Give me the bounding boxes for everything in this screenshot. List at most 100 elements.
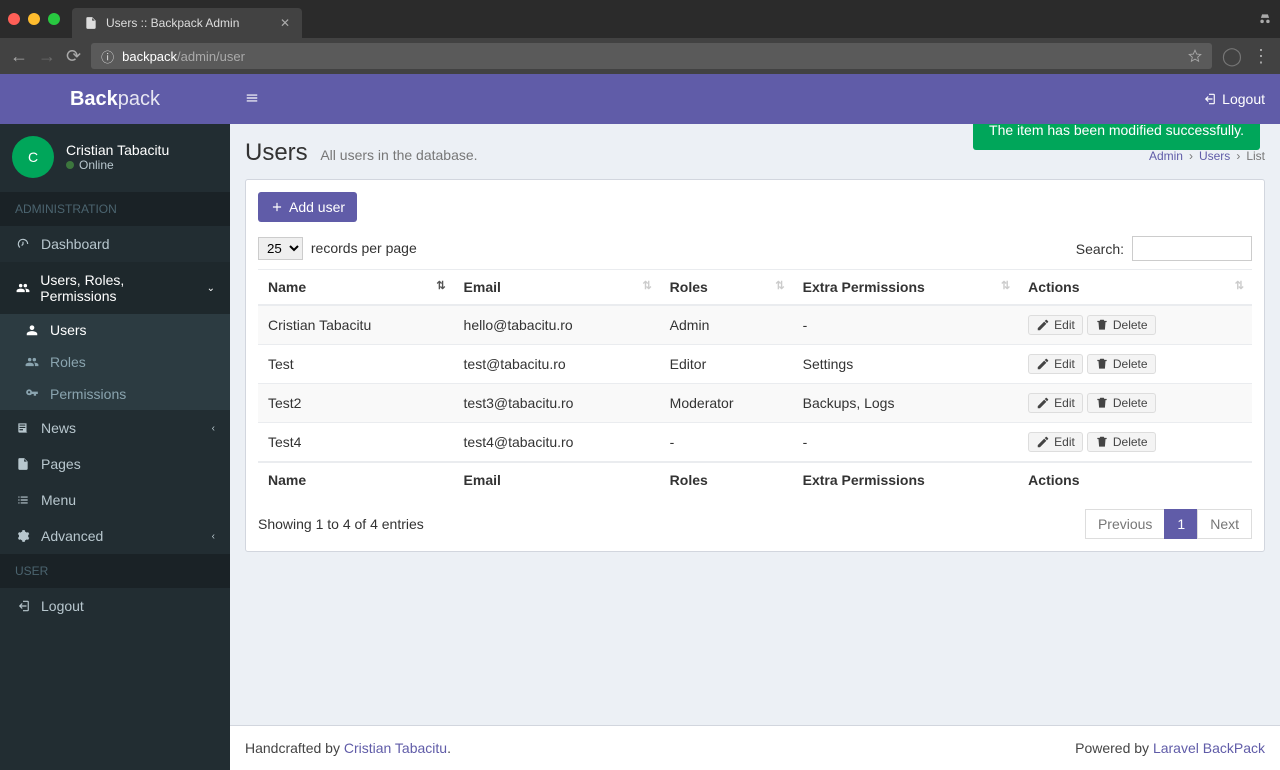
sidebar-item-pages[interactable]: Pages	[0, 446, 230, 482]
sidebar-item-advanced[interactable]: Advanced ‹	[0, 518, 230, 554]
user-panel: C Cristian Tabacitu Online	[0, 124, 230, 192]
cell-name: Cristian Tabacitu	[258, 305, 454, 345]
breadcrumb: Admin › Users › List	[1149, 149, 1265, 163]
breadcrumb-admin[interactable]: Admin	[1149, 149, 1183, 163]
file-icon	[84, 16, 98, 30]
forward-button[interactable]: →	[38, 46, 56, 67]
close-tab-icon[interactable]: ✕	[280, 16, 290, 30]
edit-button[interactable]: Edit	[1028, 432, 1083, 452]
breadcrumb-current: List	[1246, 149, 1265, 163]
maximize-window-button[interactable]	[48, 13, 60, 25]
sidebar-toggle-button[interactable]	[245, 90, 259, 108]
column-footer-name: Name	[258, 462, 454, 497]
footer-author-link[interactable]: Cristian Tabacitu	[344, 740, 447, 756]
sidebar-item-label: News	[41, 420, 76, 436]
user-icon	[24, 323, 40, 337]
avatar: C	[12, 136, 54, 178]
breadcrumb-users[interactable]: Users	[1199, 149, 1230, 163]
sidebar-item-label: Users	[50, 322, 87, 338]
cell-email: test3@tabacitu.ro	[454, 384, 660, 423]
cell-email: hello@tabacitu.ro	[454, 305, 660, 345]
chevron-left-icon: ‹	[212, 423, 215, 434]
pagination-next[interactable]: Next	[1197, 509, 1252, 539]
brand-logo[interactable]: Backpack	[0, 74, 230, 124]
table-row: Test2test3@tabacitu.roModeratorBackups, …	[258, 384, 1252, 423]
delete-button[interactable]: Delete	[1087, 315, 1156, 335]
cell-email: test@tabacitu.ro	[454, 345, 660, 384]
search-input[interactable]	[1132, 236, 1252, 261]
success-notification: The item has been modified successfully.	[973, 124, 1260, 150]
pagination: Previous 1 Next	[1086, 509, 1252, 539]
delete-button[interactable]: Delete	[1087, 393, 1156, 413]
column-header-extra[interactable]: Extra Permissions⇅	[793, 270, 1019, 306]
browser-tab[interactable]: Users :: Backpack Admin ✕	[72, 8, 302, 38]
sidebar-item-news[interactable]: News ‹	[0, 410, 230, 446]
pagination-page-1[interactable]: 1	[1164, 509, 1198, 539]
content-box: Add user 25 records per page Search:	[245, 179, 1265, 552]
list-icon	[15, 493, 31, 507]
url-path: /admin/user	[177, 49, 245, 64]
page-length-select[interactable]: 25	[258, 237, 303, 260]
signout-icon	[1202, 92, 1216, 106]
cell-extra: -	[793, 305, 1019, 345]
users-table: Name⇅ Email⇅ Roles⇅ Extra Permissions⇅ A…	[258, 269, 1252, 497]
url-domain: backpack	[122, 49, 177, 64]
sidebar-subitem-users[interactable]: Users	[0, 314, 230, 346]
profile-icon[interactable]: ◯	[1222, 46, 1242, 67]
cell-name: Test2	[258, 384, 454, 423]
group-icon	[15, 281, 30, 295]
sidebar-item-users-roles-permissions[interactable]: Users, Roles, Permissions ⌄	[0, 262, 230, 314]
sidebar: Backpack C Cristian Tabacitu Online ADMI…	[0, 74, 230, 770]
cell-name: Test	[258, 345, 454, 384]
site-info-icon[interactable]: ⓘ	[101, 47, 114, 66]
table-row: Cristian Tabacituhello@tabacitu.roAdmin-…	[258, 305, 1252, 345]
trash-icon	[1095, 318, 1109, 332]
sidebar-item-dashboard[interactable]: Dashboard	[0, 226, 230, 262]
topnav-logout-link[interactable]: Logout	[1202, 91, 1265, 107]
minimize-window-button[interactable]	[28, 13, 40, 25]
sidebar-item-logout[interactable]: Logout	[0, 588, 230, 624]
top-navbar: Logout	[230, 74, 1280, 124]
cell-extra: Backups, Logs	[793, 384, 1019, 423]
sidebar-item-label: Pages	[41, 456, 81, 472]
edit-button[interactable]: Edit	[1028, 393, 1083, 413]
sort-icon: ⇅	[1235, 279, 1244, 292]
chevron-left-icon: ‹	[212, 531, 215, 542]
cell-roles: Moderator	[660, 384, 793, 423]
column-header-name[interactable]: Name⇅	[258, 270, 454, 306]
pencil-icon	[1036, 318, 1050, 332]
address-bar[interactable]: ⓘ backpack/admin/user	[91, 43, 1212, 69]
edit-button[interactable]: Edit	[1028, 354, 1083, 374]
delete-button[interactable]: Delete	[1087, 432, 1156, 452]
reload-button[interactable]: ⟳	[66, 46, 81, 67]
sidebar-item-label: Dashboard	[41, 236, 110, 252]
sidebar-item-label: Users, Roles, Permissions	[40, 272, 196, 304]
cell-actions: EditDelete	[1018, 345, 1252, 384]
browser-menu-icon[interactable]: ⋮	[1252, 46, 1270, 67]
column-header-roles[interactable]: Roles⇅	[660, 270, 793, 306]
sidebar-subitem-roles[interactable]: Roles	[0, 346, 230, 378]
user-status: Online	[66, 158, 169, 172]
length-control: 25 records per page	[258, 237, 417, 260]
column-header-email[interactable]: Email⇅	[454, 270, 660, 306]
footer-powered-link[interactable]: Laravel BackPack	[1153, 740, 1265, 756]
delete-button[interactable]: Delete	[1087, 354, 1156, 374]
trash-icon	[1095, 396, 1109, 410]
back-button[interactable]: ←	[10, 46, 28, 67]
column-footer-email: Email	[454, 462, 660, 497]
sort-icon: ⇅	[642, 279, 651, 292]
close-window-button[interactable]	[8, 13, 20, 25]
edit-button[interactable]: Edit	[1028, 315, 1083, 335]
column-footer-extra: Extra Permissions	[793, 462, 1019, 497]
sidebar-subitem-permissions[interactable]: Permissions	[0, 378, 230, 410]
pencil-icon	[1036, 357, 1050, 371]
search-label: Search:	[1076, 241, 1124, 257]
add-user-button[interactable]: Add user	[258, 192, 357, 222]
sidebar-item-menu[interactable]: Menu	[0, 482, 230, 518]
bookmark-icon[interactable]	[1188, 49, 1202, 64]
trash-icon	[1095, 357, 1109, 371]
key-icon	[24, 387, 40, 401]
pagination-prev[interactable]: Previous	[1085, 509, 1165, 539]
column-footer-roles: Roles	[660, 462, 793, 497]
search-control: Search:	[1076, 236, 1252, 261]
